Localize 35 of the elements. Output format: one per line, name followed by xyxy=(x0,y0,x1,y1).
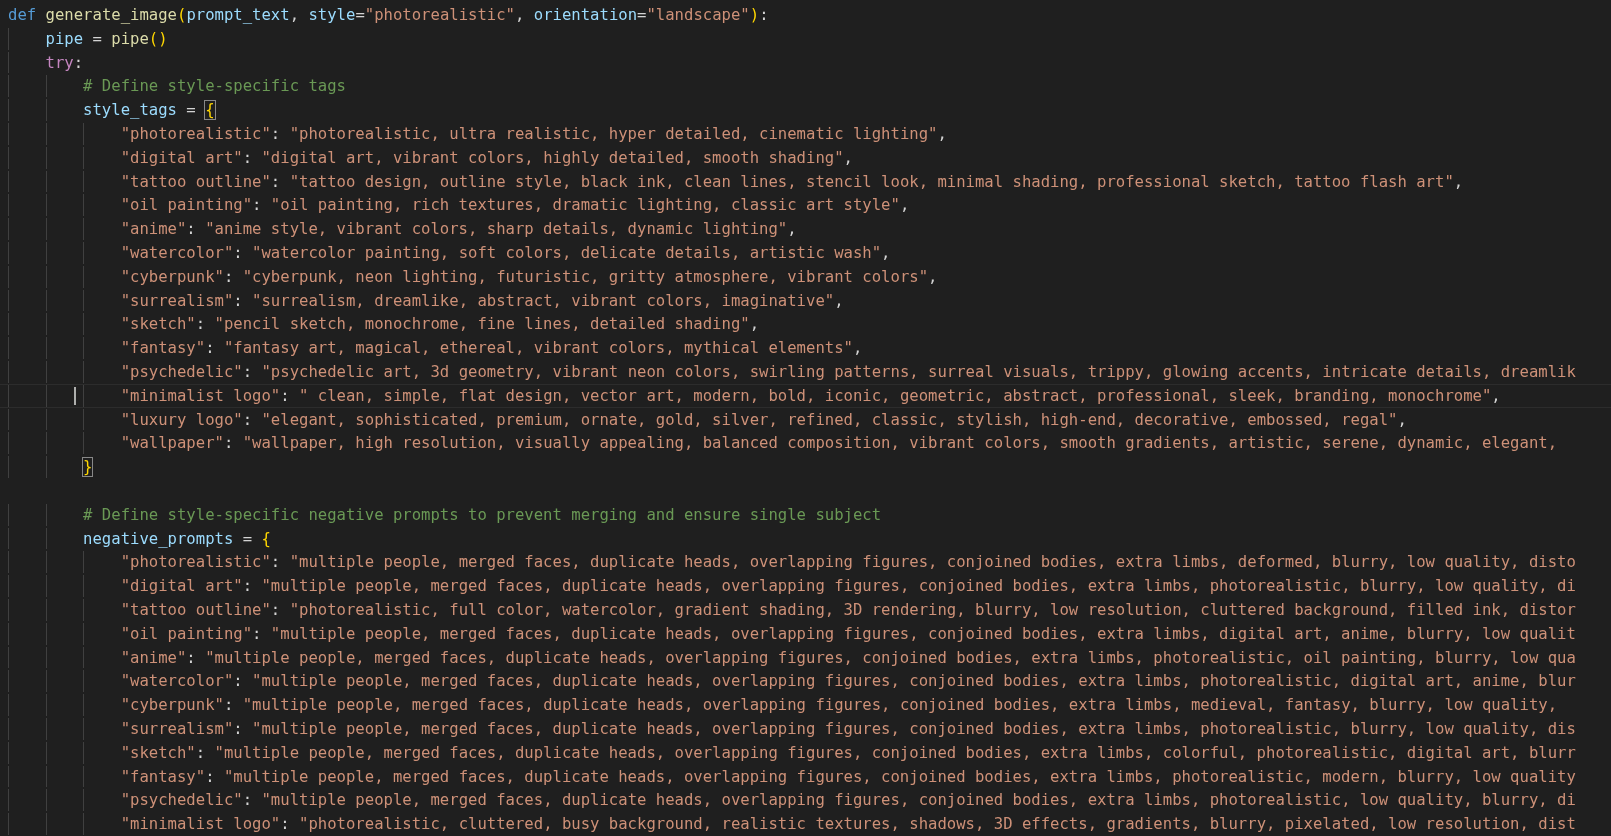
code-line: try: xyxy=(45,52,84,74)
code-line: "minimalist logo": "photorealistic, cluttered, busy background, realistic textures, shadows, 3D effects, gradients, blurry, pixelated, low resolution, dist xyxy=(120,814,1576,835)
code-line: style_tags = { xyxy=(83,100,215,121)
code-line: "cyberpunk": "cyberpunk, neon lighting, futuristic, gritty atmosphere, vibrant colors", xyxy=(120,266,938,288)
code-line: "surrealism": "multiple people, merged faces, duplicate heads, overlapping figures, conjoined bodies, extra limbs, photorealistic, blurry, low quality, dis xyxy=(120,718,1576,740)
code-line: "watercolor": "multiple people, merged faces, duplicate heads, overlapping figures, conjoined bodies, extra limbs, photorealistic, digital art, anime, blur xyxy=(120,671,1576,693)
code-line: "oil painting": "oil painting, rich textures, dramatic lighting, classic art style", xyxy=(120,195,910,217)
code-line: "sketch": "pencil sketch, monochrome, fine lines, detailed shading", xyxy=(120,314,760,336)
code-line: pipe = pipe() xyxy=(45,28,168,50)
code-line: "fantasy": "fantasy art, magical, ethereal, vibrant colors, mythical elements", xyxy=(120,338,863,359)
code-line: "digital art": "multiple people, merged faces, duplicate heads, overlapping figures, conjoined bodies, extra limbs, photorealistic, blurry, low quality, di xyxy=(120,576,1576,597)
code-line: "anime": "multiple people, merged faces, duplicate heads, overlapping figures, conjoined bodies, extra limbs, photorealistic, oil painting, blurry, low qua xyxy=(120,647,1576,669)
code-line: "tattoo outline": "tattoo design, outline style, black ink, clean lines, stencil look, minimal shading, professional sketch, tattoo flash art", xyxy=(120,171,1464,193)
code-line: } xyxy=(83,457,93,478)
code-line: "anime": "anime style, vibrant colors, sharp details, dynamic lighting", xyxy=(120,219,797,240)
code-line: "sketch": "multiple people, merged faces, duplicate heads, overlapping figures, conjoined bodies, extra limbs, colorful, photorealistic, digital art, blurr xyxy=(120,742,1576,764)
code-line: "digital art": "digital art, vibrant colors, highly detailed, smooth shading", xyxy=(120,147,853,169)
code-line: "cyberpunk": "multiple people, merged faces, duplicate heads, overlapping figures, conjoined bodies, extra limbs, medieval, fantasy, blurry, low quality, xyxy=(120,695,1558,716)
code-line: "wallpaper": "wallpaper, high resolution, visually appealing, balanced composition, vibrant colors, smooth gradients, artistic, serene, dynamic, elegant, xyxy=(120,433,1558,455)
code-line: negative_prompts = { xyxy=(83,528,271,550)
code-line: "surrealism": "surrealism, dreamlike, abstract, vibrant colors, imaginative", xyxy=(120,290,844,312)
code-line: "photorealistic": "multiple people, merged faces, duplicate heads, overlapping figures, conjoined bodies, extra limbs, deformed, blurry, low quality, disto xyxy=(120,552,1576,574)
code-line: "psychedelic": "multiple people, merged faces, duplicate heads, overlapping figures, conjoined bodies, extra limbs, photorealistic, low quality, blurry, di xyxy=(120,790,1576,812)
code-line: "watercolor": "watercolor painting, soft colors, delicate details, artistic wash", xyxy=(120,242,891,264)
code-comment: # Define style-specific negative prompts to prevent merging and ensure single subject xyxy=(83,504,882,526)
code-line: "minimalist logo": " clean, simple, flat design, vector art, modern, bold, iconic, geometric, abstract, professional, sleek, branding, monochrome", xyxy=(120,385,1501,407)
code-line: "fantasy": "multiple people, merged faces, duplicate heads, overlapping figures, conjoined bodies, extra limbs, photorealistic, modern, blurry, low quality xyxy=(120,766,1576,788)
code-line: "psychedelic": "psychedelic art, 3d geometry, vibrant neon colors, swirling patterns, surreal visuals, trippy, glowing accents, intricate details, dreamlik xyxy=(120,361,1576,383)
code-line: def generate_image(prompt_text, style="photorealistic", orientation="landscape"): xyxy=(8,5,769,26)
code-comment: # Define style-specific tags xyxy=(83,76,346,98)
code-line: "tattoo outline": "photorealistic, full color, watercolor, gradient shading, 3D rendering, blurry, low resolution, cluttered background, filled ink, distor xyxy=(120,599,1576,621)
code-line: "luxury logo": "elegant, sophisticated, premium, ornate, gold, silver, refined, classic, stylish, high-end, decorative, embossed, regal", xyxy=(120,409,1407,431)
text-cursor xyxy=(74,386,76,405)
code-line: "photorealistic": "photorealistic, ultra realistic, hyper detailed, cinematic lighting", xyxy=(120,124,947,145)
code-line: "oil painting": "multiple people, merged faces, duplicate heads, overlapping figures, conjoined bodies, extra limbs, digital art, anime, blurry, low qualit xyxy=(120,623,1576,645)
